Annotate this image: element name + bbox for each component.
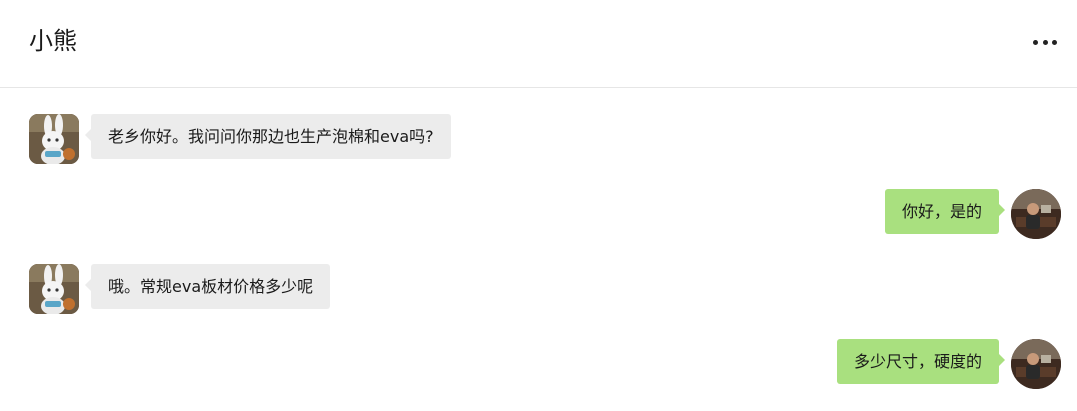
incoming-message[interactable]: 老乡你好。我问问你那边也生产泡棉和eva吗? — [85, 114, 451, 159]
person-avatar-image — [1011, 339, 1061, 389]
person-avatar-image — [1011, 189, 1061, 239]
chat-header: 小熊 — [0, 0, 1077, 88]
more-dot — [1033, 39, 1038, 45]
rabbit-avatar-image — [29, 264, 79, 314]
contact-avatar[interactable] — [29, 264, 79, 314]
outgoing-message[interactable]: 多少尺寸，硬度的 — [836, 339, 1006, 384]
incoming-message[interactable]: 哦。常规eva板材价格多少呢 — [84, 264, 331, 309]
contact-avatar[interactable] — [29, 114, 79, 164]
chat-title: 小熊 — [29, 27, 77, 55]
self-avatar[interactable] — [1011, 339, 1061, 389]
more-options-icon[interactable] — [1033, 32, 1057, 52]
outgoing-message[interactable]: 你好，是的 — [884, 189, 1006, 234]
self-avatar[interactable] — [1011, 189, 1061, 239]
more-dot — [1042, 39, 1048, 45]
rabbit-avatar-image — [29, 114, 79, 164]
more-dot — [1052, 39, 1057, 45]
